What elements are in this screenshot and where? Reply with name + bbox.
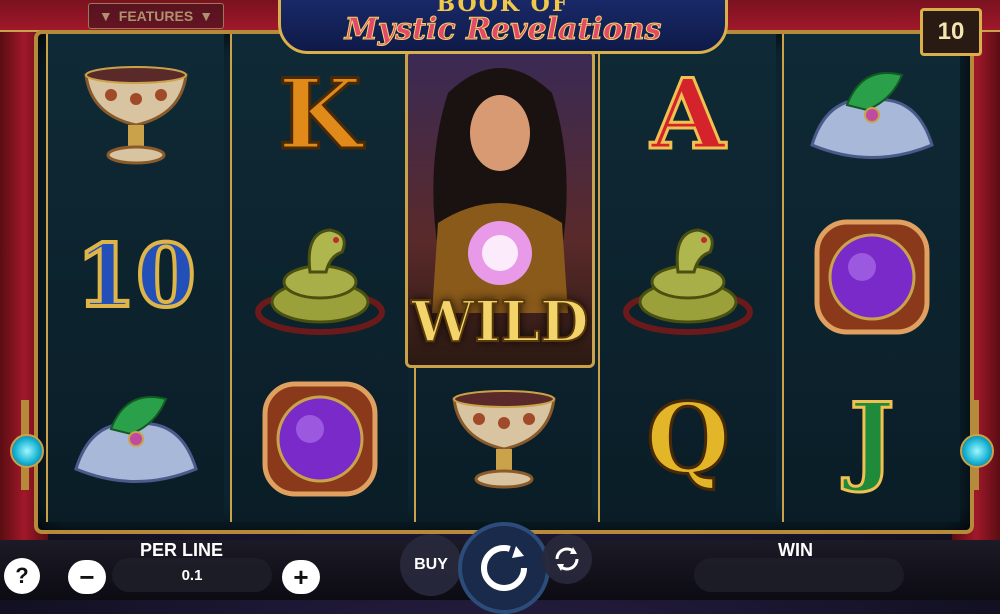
crystal-orb-icon	[814, 219, 930, 335]
turban-symbol	[48, 358, 224, 520]
logo-bottom-text: Mystic Revelations	[344, 12, 662, 47]
k-symbol: K	[232, 34, 408, 196]
chevron-down-icon: ▼	[98, 8, 113, 24]
wild-label: WILD	[410, 288, 589, 356]
help-button[interactable]: ?	[4, 558, 40, 594]
q-symbol-label: Q	[645, 382, 732, 495]
reel-4: A Q	[598, 34, 776, 522]
buy-label: BUY	[414, 556, 448, 573]
decrease-bet-button[interactable]: −	[68, 560, 106, 594]
snake-icon	[255, 228, 385, 335]
autoplay-icon	[555, 547, 579, 571]
chalice-icon	[84, 66, 188, 165]
left-lamp	[10, 400, 44, 490]
help-icon: ?	[15, 563, 29, 588]
crystal-orb-icon	[262, 381, 378, 497]
a-symbol-label: A	[649, 58, 727, 171]
j-symbol-label: J	[848, 382, 896, 495]
features-label: FEATURES	[118, 8, 194, 24]
chalice-icon	[452, 390, 556, 489]
ten-symbol: 10	[48, 196, 224, 358]
bet-value-display: 0.1	[112, 558, 272, 592]
autoplay-button[interactable]	[542, 534, 592, 584]
chalice-symbol	[48, 34, 224, 196]
minus-icon: −	[79, 561, 95, 592]
spin-button[interactable]	[458, 522, 550, 614]
snake-icon	[623, 228, 753, 335]
reel-5: J	[782, 34, 960, 522]
crystal-orb-symbol	[784, 196, 960, 358]
snake-symbol	[600, 196, 776, 358]
chalice-symbol	[416, 358, 592, 520]
a-symbol: A	[600, 34, 776, 196]
q-symbol: Q	[600, 358, 776, 520]
chevron-down-icon: ▼	[199, 8, 214, 24]
ten-symbol-label: 10	[74, 226, 198, 327]
win-value-display	[694, 558, 904, 592]
reel-1: 10	[46, 34, 224, 522]
bet-value: 0.1	[181, 566, 203, 584]
right-lamp	[960, 400, 994, 490]
increase-bet-button[interactable]: +	[282, 560, 320, 594]
buy-feature-button[interactable]: BUY	[400, 534, 462, 596]
crystal-orb-symbol	[232, 358, 408, 520]
snake-symbol	[232, 196, 408, 358]
k-symbol-label: K	[277, 58, 363, 171]
j-symbol: J	[784, 358, 960, 520]
turban-icon	[74, 396, 198, 483]
plus-icon: +	[293, 561, 309, 592]
paylines-count: 10	[937, 18, 965, 45]
features-button[interactable]: ▼ FEATURES ▼	[88, 3, 224, 29]
wild-symbol: WILD	[405, 50, 595, 368]
paylines-badge: 10	[920, 8, 982, 56]
sorceress-icon	[432, 68, 568, 313]
turban-icon	[810, 72, 934, 159]
spin-icon	[481, 545, 527, 591]
reel-2: K	[230, 34, 408, 522]
turban-symbol	[784, 34, 960, 196]
game-logo: BOOK OF Mystic Revelations	[278, 0, 728, 54]
